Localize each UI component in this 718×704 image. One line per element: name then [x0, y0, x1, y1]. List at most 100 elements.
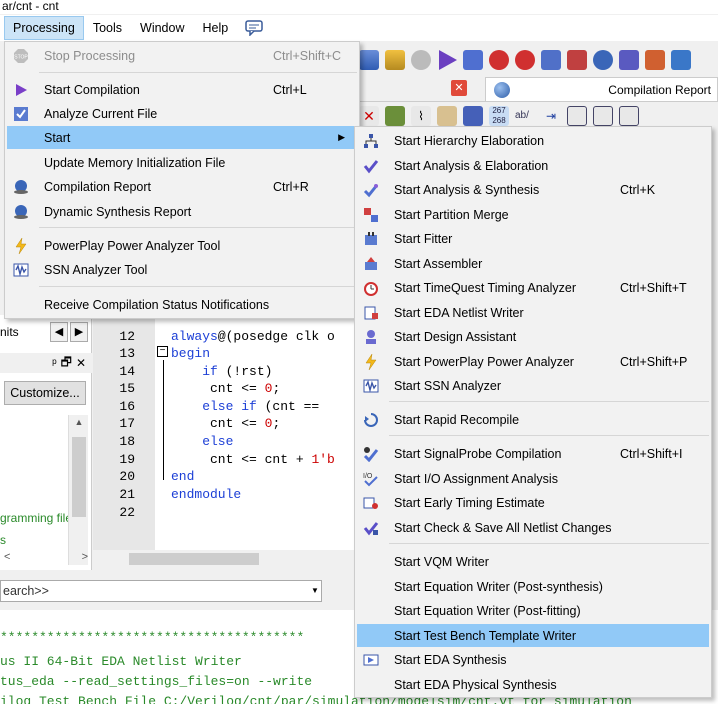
- menu-item-compilation-report[interactable]: Compilation Report Ctrl+R: [7, 175, 357, 198]
- submenu-item-rapid-recompile[interactable]: Start Rapid Recompile: [357, 408, 709, 431]
- list2-icon[interactable]: [593, 106, 613, 126]
- code-keyword: else: [171, 434, 234, 449]
- submenu-item-analysis-synthesis[interactable]: Start Analysis & Synthesis Ctrl+K: [357, 178, 709, 201]
- restore-icon[interactable]: 🗗: [61, 353, 72, 374]
- submenu-item-analysis-elaboration[interactable]: Start Analysis & Elaboration: [357, 154, 709, 177]
- customize-button[interactable]: Customize...: [4, 381, 86, 405]
- netlist-toolbar-icon[interactable]: [541, 50, 561, 70]
- menu-item-stop-processing[interactable]: STOP Stop Processing Ctrl+Shift+C: [7, 44, 357, 67]
- attach-icon[interactable]: ⌇: [411, 106, 431, 126]
- submenu-item-early-timing[interactable]: Start Early Timing Estimate: [357, 491, 709, 514]
- line-number-icon[interactable]: 267 268: [489, 106, 509, 126]
- submenu-item-check-save-netlist[interactable]: Start Check & Save All Netlist Changes: [357, 516, 709, 539]
- help-chat-icon[interactable]: [243, 17, 265, 39]
- editor-horizontal-scrollbar[interactable]: [93, 550, 355, 568]
- paper-icon[interactable]: [437, 106, 457, 126]
- blank-icon: [362, 676, 380, 694]
- menu-help[interactable]: Help: [194, 16, 238, 40]
- scroll-left-icon[interactable]: <: [4, 551, 10, 567]
- close-tab-icon[interactable]: ✕: [451, 80, 467, 96]
- menu-item-analyze-current-file[interactable]: Analyze Current File: [7, 102, 357, 125]
- submenu-item-eda-synthesis[interactable]: Start EDA Synthesis: [357, 648, 709, 671]
- menu-item-powerplay-tool[interactable]: PowerPlay Power Analyzer Tool: [7, 234, 357, 257]
- blank-icon: [362, 627, 380, 645]
- code-number: 1'b: [311, 452, 335, 467]
- scroll-thumb[interactable]: [129, 553, 259, 565]
- menu-item-start-compilation[interactable]: Start Compilation Ctrl+L: [7, 78, 357, 101]
- submenu-item-test-bench-template-writer[interactable]: Start Test Bench Template Writer: [357, 624, 709, 647]
- list-icon[interactable]: [567, 106, 587, 126]
- synthesis-toolbar-icon[interactable]: [463, 50, 483, 70]
- fold-collapse-icon[interactable]: −: [157, 346, 168, 357]
- tool-toolbar-icon[interactable]: [671, 50, 691, 70]
- horizontal-scrollbar[interactable]: < >: [0, 551, 92, 567]
- timer-toolbar-icon[interactable]: [489, 50, 509, 70]
- list3-icon[interactable]: [619, 106, 639, 126]
- menu-tools[interactable]: Tools: [84, 16, 131, 40]
- submenu-item-vqm-writer[interactable]: Start VQM Writer: [357, 550, 709, 573]
- submenu-item-assembler[interactable]: Start Assembler: [357, 252, 709, 275]
- edit-icon[interactable]: [463, 106, 483, 126]
- indent-icon[interactable]: ⇥: [541, 106, 561, 126]
- message-line: tus_eda --read_settings_files=on --write: [0, 674, 313, 689]
- submenu-item-equation-writer-fitting[interactable]: Start Equation Writer (Post-fitting): [357, 599, 709, 622]
- submenu-item-powerplay[interactable]: Start PowerPlay Power Analyzer Ctrl+Shif…: [357, 350, 709, 373]
- menu-item-label: Update Memory Initialization File: [44, 155, 226, 170]
- menu-processing[interactable]: Processing: [4, 16, 84, 40]
- code-keyword: if: [171, 364, 218, 379]
- code-line: else: [171, 434, 233, 449]
- recompile-icon: [362, 411, 380, 429]
- submenu-item-hierarchy-elaboration[interactable]: Start Hierarchy Elaboration: [357, 129, 709, 152]
- submenu-item-eda-physical-synthesis[interactable]: Start EDA Physical Synthesis: [357, 673, 709, 696]
- diamond-toolbar-icon[interactable]: [385, 50, 405, 70]
- block-icon[interactable]: [385, 106, 405, 126]
- menu-item-start[interactable]: Start ▶: [7, 126, 357, 149]
- submenu-item-partition-merge[interactable]: Start Partition Merge: [357, 203, 709, 226]
- vertical-scrollbar[interactable]: ▲: [68, 415, 88, 565]
- tab-compilation-report[interactable]: Compilation Report: [485, 77, 718, 101]
- submenu-item-ssn-analyzer[interactable]: Start SSN Analyzer: [357, 374, 709, 397]
- task-programming-file[interactable]: gramming file: [0, 511, 68, 527]
- arrow-toolbar-icon[interactable]: [359, 50, 379, 70]
- delete-icon[interactable]: ✕: [359, 106, 379, 126]
- task-item[interactable]: s: [0, 533, 68, 549]
- submenu-item-equation-writer-synthesis[interactable]: Start Equation Writer (Post-synthesis): [357, 575, 709, 598]
- chevron-down-icon[interactable]: ▼: [308, 580, 322, 602]
- submenu-item-io-assignment[interactable]: I/O Start I/O Assignment Analysis: [357, 467, 709, 490]
- person-toolbar-icon[interactable]: [645, 50, 665, 70]
- submenu-item-eda-netlist-writer[interactable]: Start EDA Netlist Writer: [357, 301, 709, 324]
- programmer-toolbar-icon[interactable]: [619, 50, 639, 70]
- close-icon[interactable]: ✕: [76, 356, 86, 370]
- submenu-item-fitter[interactable]: Start Fitter: [357, 227, 709, 250]
- pin-icon[interactable]: ᵖ: [52, 356, 57, 370]
- tab-design-units[interactable]: nits: [0, 322, 48, 342]
- pane-header: ᵖ 🗗 ✕: [0, 353, 92, 373]
- timer2-toolbar-icon[interactable]: [515, 50, 535, 70]
- play-toolbar-icon[interactable]: [439, 50, 457, 70]
- chevron-left-icon[interactable]: ◀: [50, 322, 68, 342]
- chevron-right-icon[interactable]: ▶: [70, 322, 88, 342]
- menu-item-receive-notifications[interactable]: Receive Compilation Status Notifications: [7, 293, 357, 316]
- menu-separator: [389, 543, 709, 544]
- scroll-right-icon[interactable]: >: [82, 551, 88, 567]
- stop-icon: STOP: [12, 47, 30, 65]
- menu-item-update-memory[interactable]: Update Memory Initialization File: [7, 151, 357, 174]
- submenu-item-design-assistant[interactable]: Start Design Assistant: [357, 325, 709, 348]
- scroll-thumb[interactable]: [72, 437, 86, 517]
- code-keyword: end: [171, 469, 195, 484]
- scroll-up-icon[interactable]: ▲: [69, 417, 89, 433]
- chip-toolbar-icon[interactable]: [567, 50, 587, 70]
- menu-item-ssn-analyzer-tool[interactable]: SSN Analyzer Tool: [7, 258, 357, 281]
- globe-toolbar-icon[interactable]: [593, 50, 613, 70]
- search-input[interactable]: earch>>: [0, 580, 322, 602]
- tab-compilation-report-label: Compilation Report: [608, 82, 711, 97]
- code-editor[interactable]: always@(posedge clk o begin if (!rst) cn…: [155, 315, 355, 550]
- submenu-arrow-icon: ▶: [338, 132, 345, 142]
- menu-separator: [39, 286, 357, 287]
- submenu-item-timequest[interactable]: Start TimeQuest Timing Analyzer Ctrl+Shi…: [357, 276, 709, 299]
- menu-item-dynamic-synthesis-report[interactable]: Dynamic Synthesis Report: [7, 200, 357, 223]
- submenu-item-signalprobe[interactable]: Start SignalProbe Compilation Ctrl+Shift…: [357, 442, 709, 465]
- menu-window[interactable]: Window: [131, 16, 193, 40]
- text-format-icon[interactable]: ab/: [515, 106, 535, 126]
- stop-toolbar-icon[interactable]: [411, 50, 431, 70]
